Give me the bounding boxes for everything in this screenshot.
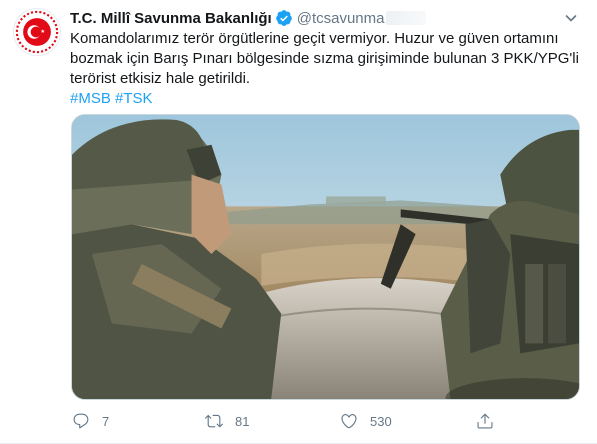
verified-badge-icon xyxy=(275,9,293,27)
chevron-down-icon[interactable] xyxy=(563,10,579,26)
hashtag-row: #MSB #TSK xyxy=(70,89,580,109)
author-handle[interactable]: @tcsavunma xyxy=(297,10,385,27)
hashtag-link[interactable]: #TSK xyxy=(115,90,153,107)
redacted-region xyxy=(386,11,427,25)
share-icon xyxy=(477,413,493,429)
tweet-photo[interactable] xyxy=(71,114,580,400)
retweet-button[interactable]: 81 xyxy=(205,410,249,432)
like-button[interactable]: 530 xyxy=(340,410,392,432)
like-count: 530 xyxy=(370,413,392,429)
retweet-icon xyxy=(205,414,223,428)
tweet-text-line: Komandolarımız terör örgütlerine geçit v… xyxy=(70,30,559,47)
tweet-text: Komandolarımız terör örgütlerine geçit v… xyxy=(70,29,580,109)
reply-count: 7 xyxy=(102,413,110,429)
author-display-name[interactable]: T.C. Millî Savunma Bakanlığı xyxy=(70,10,272,27)
tweet-card[interactable]: T.C. Millî Savunma Bakanlığı @tcsavunma … xyxy=(0,0,597,444)
tweet-header: T.C. Millî Savunma Bakanlığı @tcsavunma xyxy=(70,8,427,28)
soldiers-photo xyxy=(72,115,579,399)
hashtag-link[interactable]: #MSB xyxy=(70,90,111,107)
tweet-actions: 7 81 530 xyxy=(70,410,510,432)
reply-button[interactable]: 7 xyxy=(72,410,109,432)
avatar[interactable] xyxy=(13,8,61,56)
tweet-text-line: bozmak için Barış Pınarı bölgesinde sızm… xyxy=(70,50,579,67)
reply-icon xyxy=(73,413,89,429)
heart-icon xyxy=(341,414,357,429)
tweet-text-line: terörist etkisiz hale getirildi. xyxy=(70,70,251,87)
share-button[interactable] xyxy=(476,410,494,432)
retweet-count: 81 xyxy=(235,413,250,429)
ministry-emblem-icon xyxy=(14,9,60,55)
